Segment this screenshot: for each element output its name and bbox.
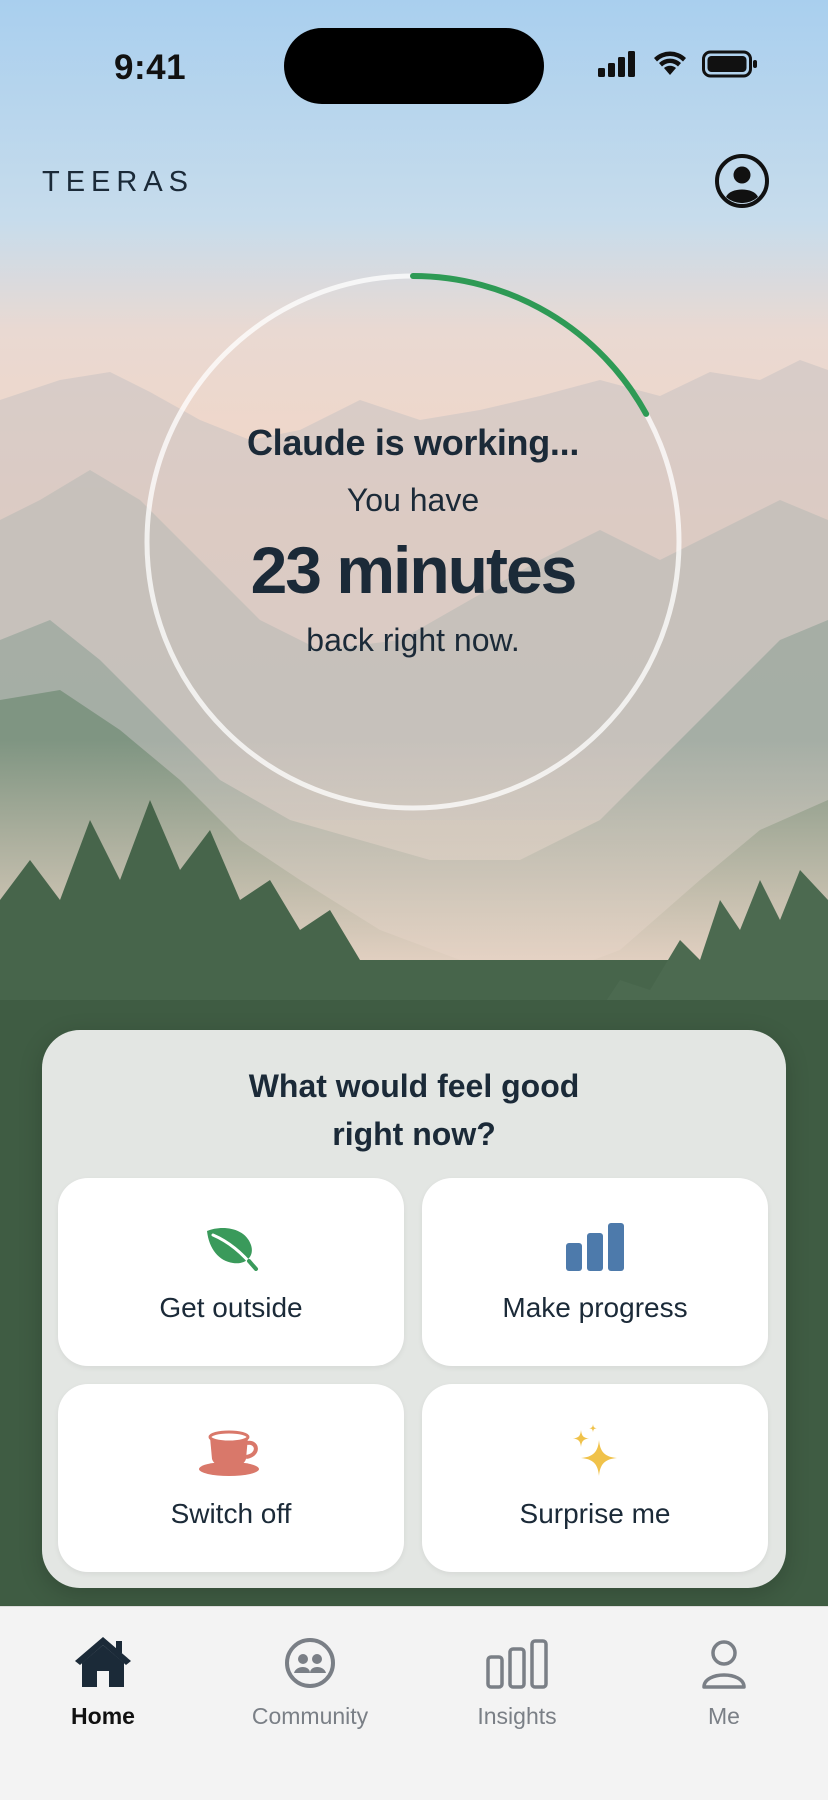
option-surprise-me-button[interactable]: Surprise me (422, 1384, 768, 1572)
coffee-cup-icon (199, 1430, 259, 1476)
leaf-icon (207, 1227, 258, 1271)
home-icon (75, 1637, 131, 1687)
suggestions-title: What would feel good right now? (248, 1068, 580, 1152)
battery-icon (702, 50, 757, 78)
tab-community[interactable]: Community (220, 1629, 400, 1739)
bar-chart-icon (566, 1223, 624, 1271)
home-screen: 9:41 TEERAS Claude is working... You hav… (0, 0, 828, 1800)
timer-line-1: You have (346, 482, 480, 518)
tab-label: Community (251, 1703, 369, 1729)
tab-insights[interactable]: Insights (427, 1629, 607, 1739)
working-status-text: Claude is working... (246, 422, 580, 463)
option-label: Make progress (502, 1292, 688, 1323)
tab-label: Home (71, 1703, 135, 1729)
tab-label: Me (708, 1703, 740, 1729)
option-switch-off-button[interactable]: Switch off (58, 1384, 404, 1572)
dynamic-island (284, 28, 544, 104)
timer-message: Claude is working... You have 23 minutes… (141, 270, 685, 814)
tab-home[interactable]: Home (13, 1629, 193, 1739)
status-bar-time: 9:41 (114, 48, 187, 87)
tab-me[interactable]: Me (634, 1629, 814, 1739)
suggestions-card: What would feel good right now? Get outs… (42, 1030, 786, 1588)
insights-icon (486, 1639, 548, 1689)
option-label: Get outside (159, 1292, 303, 1323)
cellular-signal-icon (598, 51, 635, 77)
wifi-icon (654, 51, 686, 75)
timer-line-2: back right now. (306, 622, 520, 658)
option-make-progress-button[interactable]: Make progress (422, 1178, 768, 1366)
tab-label: Insights (477, 1703, 557, 1729)
brand-logo-text: TEERAS (42, 166, 195, 198)
option-get-outside-button[interactable]: Get outside (58, 1178, 404, 1366)
sparkles-icon (573, 1424, 617, 1476)
option-label: Surprise me (519, 1498, 671, 1529)
status-bar-icons (598, 50, 758, 78)
minutes-remaining: 23 minutes (250, 533, 578, 607)
option-label: Switch off (170, 1498, 292, 1529)
bottom-tab-bar: Home Community Insights Me (0, 1606, 828, 1800)
person-icon (702, 1640, 746, 1689)
profile-circle-icon[interactable] (714, 153, 770, 209)
community-icon (285, 1638, 335, 1688)
